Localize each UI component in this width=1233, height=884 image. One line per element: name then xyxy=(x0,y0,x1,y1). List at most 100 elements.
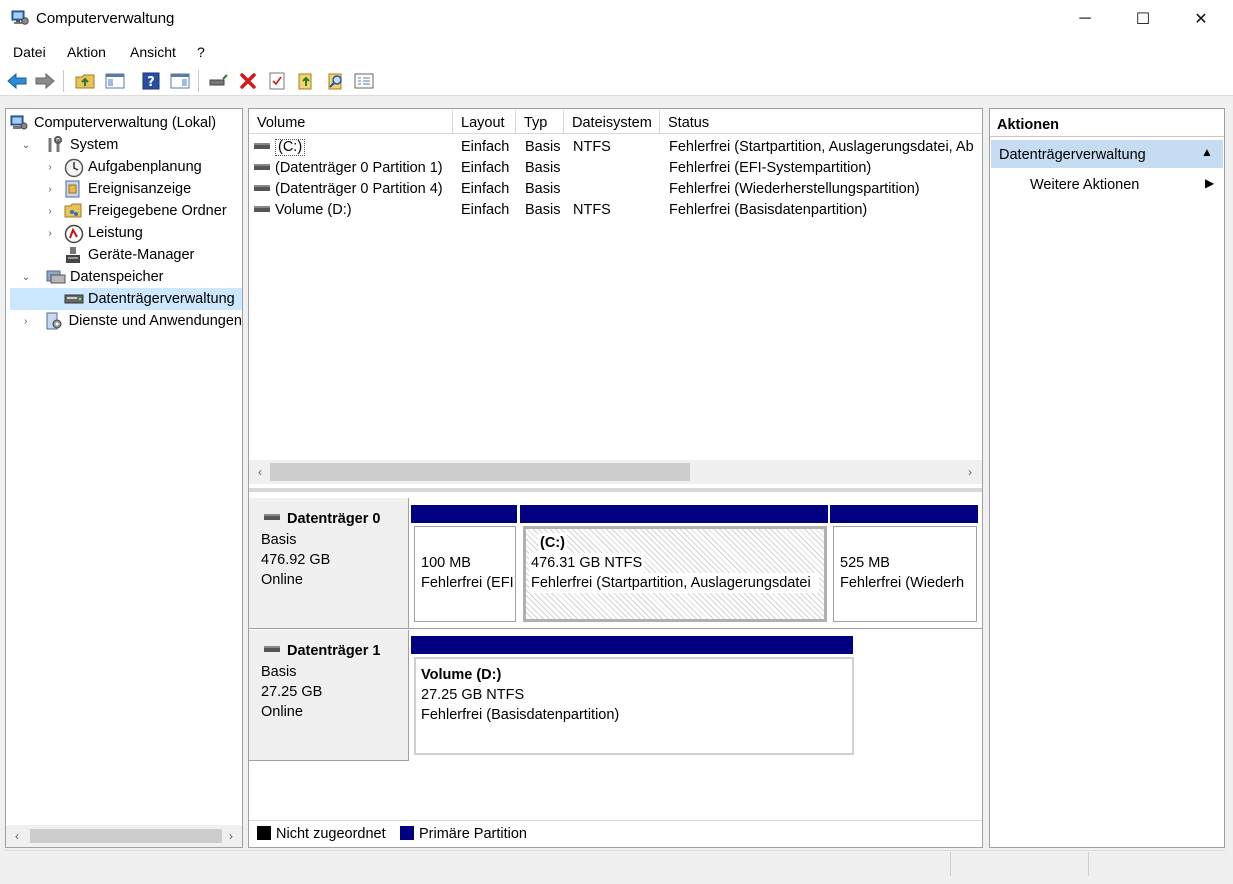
partition-d[interactable]: Volume (D:) 27.25 GB NTFS Fehlerfrei (Ba… xyxy=(411,636,859,760)
tools-icon xyxy=(46,136,64,154)
column-header-status[interactable]: Status xyxy=(660,110,982,134)
cell-status: Fehlerfrei (Startpartition, Auslagerungs… xyxy=(669,139,974,155)
tree-item-freigegebene-ordner[interactable]: › Freigegebene Ordner xyxy=(10,200,242,222)
partition-size: 27.25 GB NTFS xyxy=(421,687,525,703)
status-bar xyxy=(5,850,1225,878)
performance-icon xyxy=(64,224,84,244)
delete-icon[interactable] xyxy=(237,70,259,92)
scroll-right-arrow-icon[interactable]: › xyxy=(222,825,240,847)
forward-arrow-icon[interactable] xyxy=(34,70,56,92)
table-row[interactable]: Volume (D:) Einfach Basis NTFS Fehlerfre… xyxy=(249,200,982,221)
scrollbar-thumb[interactable] xyxy=(30,829,222,843)
chevron-right-icon[interactable]: › xyxy=(44,161,56,173)
list-view-icon[interactable] xyxy=(353,70,375,92)
action-label: Weitere Aktionen xyxy=(1030,177,1140,193)
volume-icon xyxy=(254,164,270,170)
collapse-up-icon[interactable]: ▲ xyxy=(1201,145,1213,159)
tree-item-ereignisanzeige[interactable]: › Ereignisanzeige xyxy=(10,178,242,200)
tree-item-system[interactable]: ⌄ System xyxy=(10,134,242,156)
status-separator xyxy=(1088,852,1089,876)
cell-typ: Basis xyxy=(525,139,561,155)
scrollbar-thumb[interactable] xyxy=(270,463,690,481)
maximize-button[interactable]: ☐ xyxy=(1114,0,1172,38)
menu-bar xyxy=(0,38,1233,66)
cell-typ: Basis xyxy=(525,181,561,197)
tree-item-root[interactable]: Computerverwaltung (Lokal) xyxy=(10,112,242,134)
up-folder-icon[interactable] xyxy=(74,70,96,92)
clock-icon xyxy=(64,158,84,178)
partition-c[interactable]: (C:) 476.31 GB NTFS Fehlerfrei (Startpar… xyxy=(520,505,828,625)
connect-drive-icon[interactable] xyxy=(207,70,229,92)
computer-management-icon xyxy=(11,9,29,27)
tree-item-leistung[interactable]: › Leistung xyxy=(10,222,242,244)
menu-help[interactable]: ? xyxy=(197,44,205,60)
chevron-down-icon[interactable]: ⌄ xyxy=(20,139,32,151)
shared-folder-icon xyxy=(64,202,82,220)
chevron-right-icon[interactable]: › xyxy=(44,205,56,217)
tree-label: Dienste und Anwendungen xyxy=(68,313,242,329)
disk-0-label[interactable]: Datenträger 0 Basis 476.92 GB Online xyxy=(249,498,409,628)
table-row[interactable]: (C:) Einfach Basis NTFS Fehlerfrei (Star… xyxy=(249,137,982,158)
column-header-typ[interactable]: Typ xyxy=(516,110,564,134)
partition-recovery[interactable]: 525 MB Fehlerfrei (Wiederh xyxy=(830,505,978,625)
partition-size: 525 MB xyxy=(840,555,890,571)
tree-item-geraete-manager[interactable]: Geräte-Manager xyxy=(10,244,242,266)
scroll-right-arrow-icon[interactable]: › xyxy=(962,460,978,484)
chevron-down-icon[interactable]: ⌄ xyxy=(20,271,32,283)
actions-section-datentraegerverwaltung[interactable]: Datenträgerverwaltung ▲ xyxy=(991,140,1223,168)
window-title: Computerverwaltung xyxy=(36,10,175,27)
tree-item-dienste[interactable]: › Dienste und Anwendungen xyxy=(10,310,242,332)
tree-label: System xyxy=(70,137,119,153)
divider xyxy=(249,760,409,761)
show-hide-action-pane-icon[interactable] xyxy=(169,70,191,92)
partition-body: 100 MB Fehlerfrei (EFI xyxy=(414,526,516,622)
chevron-right-icon[interactable]: › xyxy=(44,227,56,239)
tree-label: Datenträgerverwaltung xyxy=(88,291,235,307)
cell-status: Fehlerfrei (Wiederherstellungspartition) xyxy=(669,181,920,197)
column-header-dateisystem[interactable]: Dateisystem xyxy=(564,110,660,134)
cell-volume: (Datenträger 0 Partition 4) xyxy=(275,181,443,197)
scroll-left-arrow-icon[interactable]: ‹ xyxy=(8,825,26,847)
search-icon[interactable] xyxy=(325,70,347,92)
disk-1-label[interactable]: Datenträger 1 Basis 27.25 GB Online xyxy=(249,630,409,760)
navigation-tree: Computerverwaltung (Lokal) ⌄ System › Au… xyxy=(5,108,243,848)
cell-layout: Einfach xyxy=(461,181,510,197)
column-header-volume[interactable]: Volume xyxy=(249,110,453,134)
partition-title: Volume (D:) xyxy=(421,667,502,683)
cell-typ: Basis xyxy=(525,160,561,176)
partition-status: Fehlerfrei (EFI xyxy=(421,575,514,591)
close-button[interactable]: ✕ xyxy=(1172,0,1230,38)
tree-item-aufgabenplanung[interactable]: › Aufgabenplanung xyxy=(10,156,242,178)
help-icon[interactable]: ? xyxy=(140,70,162,92)
actions-title: Aktionen xyxy=(997,117,1060,133)
table-row[interactable]: (Datenträger 0 Partition 4) Einfach Basi… xyxy=(249,179,982,200)
partition-status: Fehlerfrei (Wiederh xyxy=(840,575,965,591)
status-separator xyxy=(950,852,951,876)
tree-label: Datenspeicher xyxy=(70,269,164,285)
partition-efi[interactable]: 100 MB Fehlerfrei (EFI xyxy=(411,505,517,625)
menu-ansicht[interactable]: Ansicht xyxy=(130,44,176,60)
legend-label: Nicht zugeordnet xyxy=(276,826,386,842)
menu-aktion[interactable]: Aktion xyxy=(67,44,106,60)
partition-bar xyxy=(520,505,828,523)
show-hide-tree-icon[interactable] xyxy=(104,70,126,92)
tree-label: Ereignisanzeige xyxy=(88,181,192,197)
menu-datei[interactable]: Datei xyxy=(13,44,46,60)
partition-title: (C:) xyxy=(538,533,567,553)
scroll-left-arrow-icon[interactable]: ‹ xyxy=(252,460,268,484)
minimize-button[interactable]: ─ xyxy=(1056,0,1114,38)
tree-item-datenspeicher[interactable]: ⌄ Datenspeicher xyxy=(10,266,242,288)
table-row[interactable]: (Datenträger 0 Partition 1) Einfach Basi… xyxy=(249,158,982,179)
actions-header: Aktionen xyxy=(990,111,1224,137)
action-weitere-aktionen[interactable]: Weitere Aktionen ▶ xyxy=(991,172,1223,198)
tree-item-datentraegerverwaltung[interactable]: Datenträgerverwaltung xyxy=(10,288,242,310)
back-arrow-icon[interactable] xyxy=(6,70,28,92)
export-list-icon[interactable] xyxy=(295,70,317,92)
legend-label: Primäre Partition xyxy=(419,826,527,842)
column-header-layout[interactable]: Layout xyxy=(453,110,516,134)
chevron-right-icon[interactable]: › xyxy=(44,183,56,195)
toolbar-separator xyxy=(63,70,64,92)
properties-check-icon[interactable] xyxy=(266,70,288,92)
disk-management-icon xyxy=(64,290,84,308)
chevron-right-icon[interactable]: › xyxy=(20,315,31,327)
